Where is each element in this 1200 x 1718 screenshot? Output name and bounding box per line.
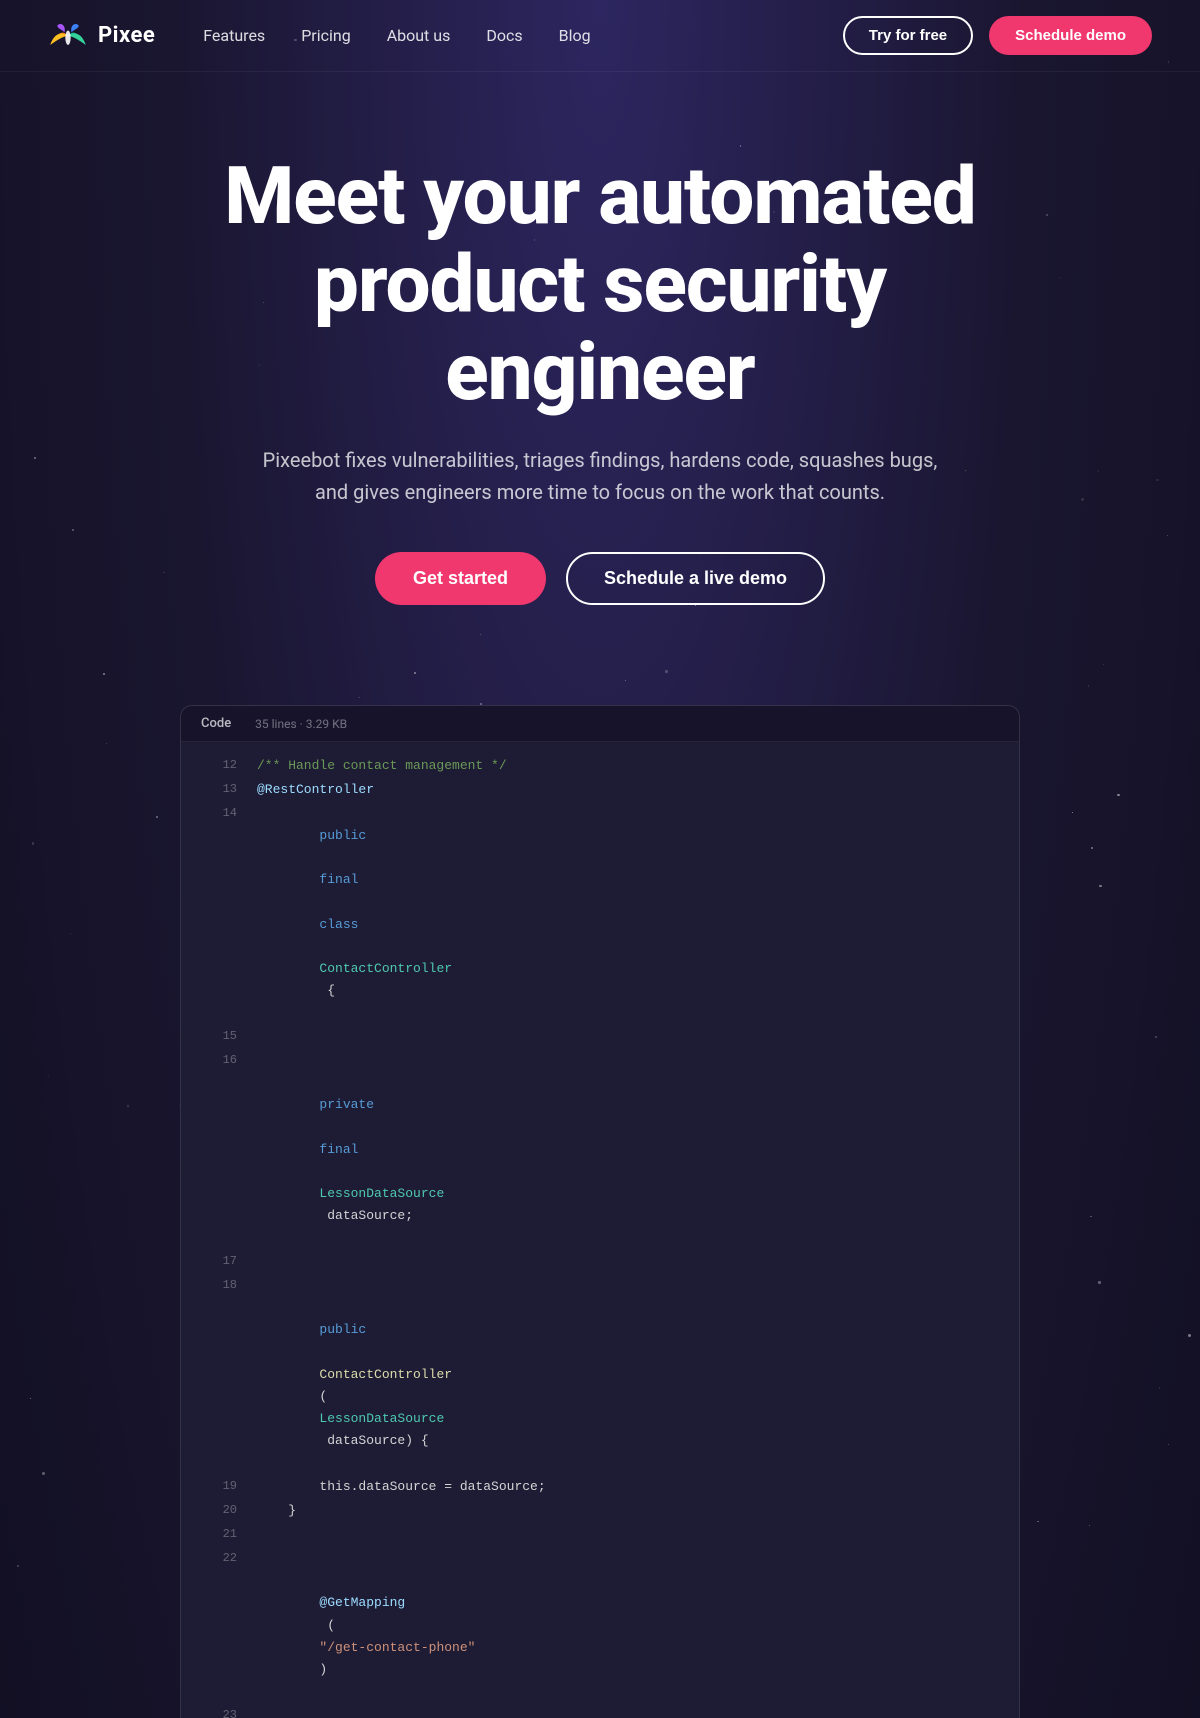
code-line-12: 12 /** Handle contact management */ xyxy=(181,754,1019,778)
code-line-18: 18 public ContactController ( LessonData… xyxy=(181,1274,1019,1475)
code-meta: 35 lines · 3.29 KB xyxy=(255,717,347,731)
code-line-16: 16 private final LessonDataSource dataSo… xyxy=(181,1049,1019,1250)
code-line-17: 17 xyxy=(181,1250,1019,1274)
code-line-20: 20 } xyxy=(181,1499,1019,1523)
hero-title: Meet your automated product security eng… xyxy=(150,152,1050,416)
code-line-14: 14 public final class ContactController … xyxy=(181,802,1019,1025)
code-line-13: 13 @RestController xyxy=(181,778,1019,802)
nav-item-pricing[interactable]: Pricing xyxy=(301,26,351,45)
code-preview-panel: Code 35 lines · 3.29 KB 12 /** Handle co… xyxy=(180,705,1020,1718)
hero-title-line2: product security engineer xyxy=(314,237,886,419)
code-tab-label: Code xyxy=(201,716,231,731)
try-free-button[interactable]: Try for free xyxy=(843,16,973,55)
hero-title-line1: Meet your automated xyxy=(224,149,976,243)
nav-left: Pixee Features Pricing About us Docs Blo… xyxy=(48,20,591,52)
code-toolbar: Code 35 lines · 3.29 KB xyxy=(181,706,1019,742)
navbar: Pixee Features Pricing About us Docs Blo… xyxy=(0,0,1200,72)
logo-link[interactable]: Pixee xyxy=(48,20,155,52)
nav-item-about[interactable]: About us xyxy=(387,26,451,45)
logo-icon xyxy=(48,20,88,52)
hero-subtitle-line1: Pixeebot fixes vulnerabilities, triages … xyxy=(263,448,938,472)
live-demo-button[interactable]: Schedule a live demo xyxy=(566,552,825,605)
hero-buttons: Get started Schedule a live demo xyxy=(375,552,825,605)
hero-subtitle: Pixeebot fixes vulnerabilities, triages … xyxy=(263,444,938,508)
schedule-demo-button[interactable]: Schedule demo xyxy=(989,16,1152,55)
code-line-19: 19 this.dataSource = dataSource; xyxy=(181,1475,1019,1499)
code-body: 12 /** Handle contact management */ 13 @… xyxy=(181,742,1019,1718)
nav-links: Features Pricing About us Docs Blog xyxy=(203,26,590,45)
code-line-22: 22 @GetMapping ( "/get-contact-phone" ) xyxy=(181,1547,1019,1704)
hero-section: Meet your automated product security eng… xyxy=(0,72,1200,645)
code-line-21: 21 xyxy=(181,1523,1019,1547)
nav-item-features[interactable]: Features xyxy=(203,26,265,45)
nav-item-blog[interactable]: Blog xyxy=(559,26,591,45)
nav-right: Try for free Schedule demo xyxy=(843,16,1152,55)
get-started-button[interactable]: Get started xyxy=(375,552,546,605)
nav-item-docs[interactable]: Docs xyxy=(486,26,522,45)
hero-subtitle-line2: and gives engineers more time to focus o… xyxy=(315,480,885,504)
code-line-23: 23 public @ResponseBody xyxy=(181,1704,1019,1718)
logo-text: Pixee xyxy=(98,23,155,48)
code-line-15: 15 xyxy=(181,1025,1019,1049)
